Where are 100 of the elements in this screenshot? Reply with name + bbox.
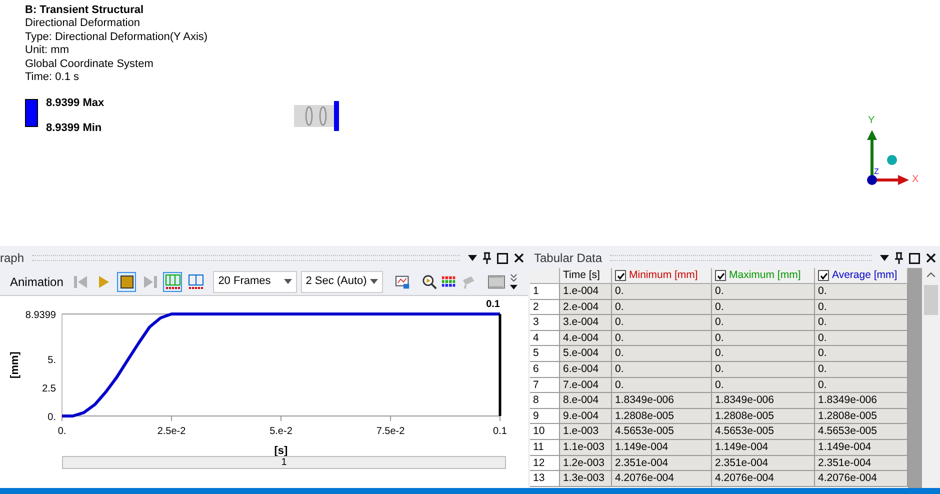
table-cell: 2.351e-004 [612, 456, 712, 472]
row-number: 6 [530, 362, 560, 378]
x-tick-label: 5.e-2 [270, 426, 292, 437]
table-cell: 0. [712, 330, 815, 346]
result-info: Unit: mm [25, 44, 70, 58]
row-number: 1 [530, 284, 560, 300]
scroll-thumb[interactable] [924, 285, 938, 315]
table-cell: 0. [612, 330, 712, 346]
table-cell: 1.8349e-006 [612, 393, 712, 409]
table-cell: 0. [612, 284, 712, 300]
maximize-icon[interactable] [497, 252, 508, 264]
column-label: Time [s] [563, 268, 600, 283]
table-cell: 1.e-003 [560, 424, 612, 440]
x-axis-label: [s] [274, 445, 288, 456]
table-cell: 0. [815, 315, 908, 331]
table-cell: 0. [712, 315, 815, 331]
row-number: 9 [530, 408, 560, 424]
row-number: 12 [530, 456, 560, 472]
table-cell: 4.2076e-004 [612, 471, 712, 487]
table-cell: 1.e-004 [560, 284, 612, 300]
y-tick-label: 0. [48, 412, 56, 423]
dropdown-icon[interactable] [880, 255, 889, 261]
split-view-button[interactable] [186, 272, 206, 292]
row-number: 3 [530, 315, 560, 331]
column-checkbox[interactable] [615, 270, 626, 281]
table-cell: 0. [712, 284, 815, 300]
color-grid-icon[interactable] [441, 274, 457, 290]
table-cell: 0. [712, 362, 815, 378]
column-view-button[interactable] [163, 272, 182, 292]
vertical-scrollbar[interactable] [922, 268, 940, 488]
skip-back-icon [72, 274, 89, 290]
table-cell: 1.2e-003 [560, 456, 612, 472]
x-tick-label: 2.5e-2 [157, 426, 186, 437]
close-icon[interactable] [514, 253, 524, 263]
x-tick-label: 7.5e-2 [376, 426, 405, 437]
table-cell: 7.e-004 [560, 378, 612, 394]
table-cell: 1.2808e-005 [815, 408, 908, 424]
table-cell: 2.351e-004 [712, 456, 815, 472]
split-columns-icon [188, 274, 204, 290]
table-cell: 1.149e-004 [612, 440, 712, 456]
y-axis-label: Y [868, 116, 875, 126]
panel-title: raph [0, 250, 24, 267]
table-cell: 1.149e-004 [712, 440, 815, 456]
columns-icon [164, 274, 181, 290]
table-cell: 0. [612, 378, 712, 394]
y-axis-label: [mm] [9, 352, 21, 378]
dropdown-icon[interactable] [468, 255, 477, 261]
row-number: 10 [530, 424, 560, 440]
column-label: Average [mm] [832, 268, 898, 283]
table-cell: 1.8349e-006 [815, 393, 908, 409]
caret-icon [370, 279, 378, 284]
stop-icon [118, 274, 135, 290]
frames-dropdown[interactable]: 20 Frames [213, 270, 297, 292]
row-number: 8 [530, 393, 560, 409]
y-tick-label: 5. [48, 354, 56, 366]
export-video-icon[interactable] [395, 274, 410, 290]
row-number: 13 [530, 471, 560, 487]
table-cell: 1.2808e-005 [712, 408, 815, 424]
legend-max-label: 8.9399 Max [46, 97, 104, 110]
close-icon[interactable] [926, 253, 936, 263]
table-cell: 2.351e-004 [815, 456, 908, 472]
scroll-up-icon[interactable] [927, 272, 935, 277]
result-info: Global Coordinate System [25, 58, 154, 72]
column-label: Maximum [mm] [729, 268, 801, 283]
panel-title: Tabular Data [534, 250, 602, 267]
table-cell: 0. [612, 346, 712, 362]
table-cell: 4.e-004 [560, 330, 612, 346]
table-cell: 2.e-004 [560, 300, 612, 316]
column-checkbox[interactable] [715, 270, 726, 281]
table-cell: 1.2808e-005 [612, 408, 712, 424]
table-cell: 4.2076e-004 [815, 471, 908, 487]
x-tick-label: 0. [58, 426, 66, 437]
row-number: 2 [530, 300, 560, 316]
table-cell: 0. [815, 300, 908, 316]
duration-dropdown[interactable]: 2 Sec (Auto) [300, 270, 384, 292]
table-cell: 1.149e-004 [815, 440, 908, 456]
table-cell: 0. [712, 378, 815, 394]
table-cell: 0. [712, 300, 815, 316]
table-cell: 1.1e-003 [560, 440, 612, 456]
legend-color-bar [25, 99, 38, 128]
table-cell: 0. [815, 362, 908, 378]
pin-icon[interactable] [895, 252, 903, 264]
stop-button[interactable] [117, 272, 136, 292]
table-cell: 6.e-004 [560, 362, 612, 378]
toolbar-label: Animation [10, 274, 64, 290]
time-slider[interactable]: 1 [63, 457, 505, 468]
film-strip-icon[interactable] [488, 274, 505, 288]
result-info: Directional Deformation [25, 17, 141, 31]
column-checkbox[interactable] [818, 270, 829, 281]
y-tick-label: 2.5 [42, 383, 56, 394]
table-cell: 4.2076e-004 [712, 471, 815, 487]
maximize-icon[interactable] [909, 252, 920, 264]
pin-icon[interactable] [483, 252, 491, 264]
column-label: Minimum [mm] [629, 268, 698, 283]
overflow-chevron-icon[interactable] [508, 272, 518, 290]
table-cell: 0. [712, 346, 815, 362]
table-cell: 8.e-004 [560, 393, 612, 409]
result-info: Type: Directional Deformation(Y Axis) [25, 30, 208, 44]
row-number: 4 [530, 330, 560, 346]
zoom-play-icon[interactable] [422, 274, 438, 290]
